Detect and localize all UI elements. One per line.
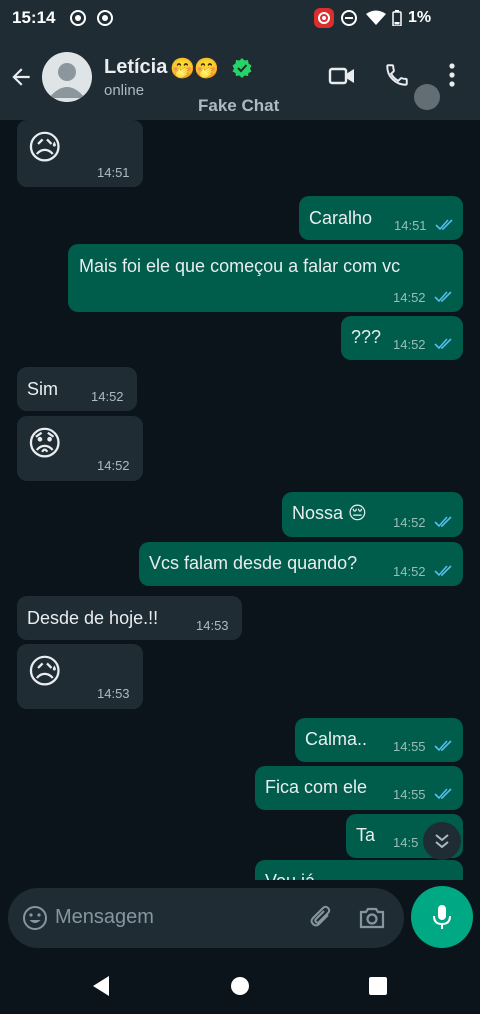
default-avatar-icon [49, 63, 85, 98]
contact-status: online [104, 82, 145, 99]
message-time: 14:52 [393, 337, 426, 352]
scroll-to-bottom-button[interactable] [423, 822, 461, 860]
message-input-bar: Mensagem [8, 888, 404, 948]
message-outgoing[interactable]: Vcs falam desde quando? 14:52 [139, 542, 463, 586]
message-text: Vcs falam desde quando? [149, 553, 358, 573]
message-time: 14:52 [97, 458, 130, 473]
message-outgoing[interactable]: ??? 14:52 [341, 316, 463, 360]
message-emoji: 😟 [27, 425, 63, 463]
message-input[interactable]: Mensagem [55, 906, 154, 929]
verified-icon [232, 58, 252, 78]
message-incoming[interactable]: 😟 14:52 [17, 416, 143, 481]
read-ticks-icon [434, 338, 452, 350]
message-time: 14:52 [91, 389, 124, 404]
battery-icon [392, 10, 402, 26]
system-nav-bar [0, 958, 480, 1014]
attach-icon[interactable] [308, 904, 336, 932]
name-emoji: 🤭 [194, 58, 219, 80]
message-outgoing[interactable]: Mais foi ele que começou a falar com vc … [68, 244, 463, 312]
more-options-icon[interactable] [444, 62, 460, 88]
video-call-icon[interactable] [328, 62, 356, 90]
message-emoji: 😥 [27, 653, 63, 691]
message-outgoing[interactable]: Caralho 14:51 [299, 196, 463, 240]
camera-icon[interactable] [358, 904, 386, 932]
message-time: 14:51 [394, 218, 427, 233]
touch-indicator [414, 84, 440, 110]
message-time: 14:55 [393, 739, 426, 754]
microphone-icon [433, 905, 451, 929]
nav-back-icon[interactable] [91, 975, 111, 997]
status-bar: 15:14 1% [0, 0, 480, 36]
message-time: 14:52 [393, 290, 426, 305]
read-ticks-icon [434, 788, 452, 800]
message-incoming[interactable]: Desde de hoje.!! 14:53 [17, 596, 242, 640]
message-outgoing[interactable]: Calma.. 14:55 [295, 718, 463, 762]
voice-message-button[interactable] [411, 886, 473, 948]
status-time: 15:14 [12, 8, 56, 27]
message-text: Vou já [265, 871, 315, 880]
fake-chat-watermark: Fake Chat [198, 96, 280, 115]
message-text: Nossa 😔 [292, 503, 367, 523]
avatar[interactable] [42, 52, 92, 102]
message-text: ??? [351, 327, 382, 347]
message-text: Desde de hoje.!! [27, 608, 159, 628]
message-time: 14:53 [196, 618, 229, 633]
message-text: Mais foi ele que começou a falar com vc [79, 256, 401, 276]
record-icon [70, 10, 86, 26]
message-time: 14:5 [393, 835, 419, 850]
screen-record-icon [314, 8, 334, 28]
chat-messages[interactable]: 😥 14:51 Caralho 14:51 Mais foi ele que c… [0, 120, 480, 880]
read-ticks-icon [434, 740, 452, 752]
message-text: Caralho [309, 208, 373, 228]
wifi-icon [366, 10, 386, 25]
message-text: Ta [356, 825, 376, 845]
read-ticks-icon [434, 291, 452, 303]
emoji-icon[interactable] [22, 905, 48, 931]
chat-header: Letícia 🤭 🤭 online Fake Chat [0, 36, 480, 120]
name-emoji: 🤭 [170, 58, 195, 80]
message-outgoing[interactable]: Nossa 😔 14:52 [282, 492, 463, 537]
read-ticks-icon [434, 565, 452, 577]
voice-call-icon[interactable] [384, 62, 410, 88]
message-emoji: 😥 [27, 129, 63, 167]
message-time: 14:55 [393, 787, 426, 802]
back-arrow-icon[interactable] [8, 64, 34, 90]
message-time: 14:52 [393, 515, 426, 530]
message-time: 14:53 [97, 686, 130, 701]
message-outgoing[interactable]: Fica com ele 14:55 [255, 766, 463, 810]
record-icon [97, 10, 113, 26]
message-incoming[interactable]: 😥 14:53 [17, 644, 143, 709]
read-ticks-icon [434, 516, 452, 528]
message-text: Sim [27, 379, 58, 399]
message-incoming[interactable]: 😥 14:51 [17, 120, 143, 187]
message-time: 14:52 [393, 564, 426, 579]
double-chevron-down-icon [435, 834, 449, 849]
nav-recents-icon[interactable] [369, 977, 387, 995]
message-text: Fica com ele [265, 777, 368, 797]
contact-name[interactable]: Letícia [104, 56, 167, 79]
message-outgoing[interactable]: Vou já [255, 860, 463, 880]
nav-home-icon[interactable] [230, 976, 250, 996]
battery-percent: 1% [408, 9, 432, 26]
message-text: Calma.. [305, 729, 368, 749]
message-time: 14:51 [97, 165, 130, 180]
read-ticks-icon [435, 219, 453, 231]
message-incoming[interactable]: Sim 14:52 [17, 367, 137, 411]
do-not-disturb-icon [341, 10, 357, 26]
